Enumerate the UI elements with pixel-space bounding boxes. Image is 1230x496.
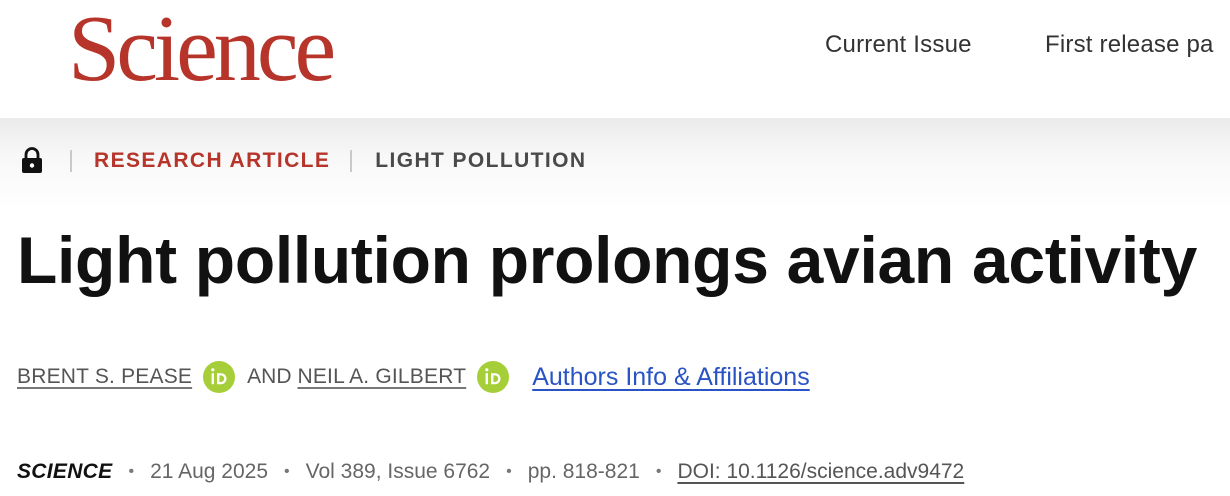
nav-first-release[interactable]: First release pa (1045, 31, 1214, 59)
nav-current-issue[interactable]: Current Issue (825, 31, 972, 59)
breadcrumb-separator (70, 150, 72, 172)
doi-link[interactable]: DOI: 10.1126/science.adv9472 (677, 460, 964, 484)
article-page: Science Current Issue First release pa R… (0, 0, 1230, 496)
publication-date: 21 Aug 2025 (150, 460, 269, 483)
author-conjunction: AND (247, 365, 292, 388)
journal-name: SCIENCE (17, 460, 113, 483)
meta-separator: • (655, 463, 662, 480)
orcid-icon[interactable] (203, 361, 236, 393)
page-range: pp. 818-821 (527, 460, 640, 483)
meta-separator: • (284, 463, 290, 480)
lock-icon (20, 146, 44, 176)
volume-issue: Vol 389, Issue 6762 (305, 460, 491, 483)
meta-separator: • (506, 463, 512, 480)
authors-affiliations-link[interactable]: Authors Info & Affiliations (532, 363, 809, 392)
breadcrumb-separator (350, 150, 353, 172)
author-name[interactable]: NEIL A. GILBERT (297, 365, 466, 389)
science-logo[interactable]: Science (68, 2, 336, 96)
orcid-icon[interactable] (477, 361, 510, 393)
meta-separator: • (128, 463, 135, 480)
author-list: BRENT S. PEASE AND NEIL A. GILBERT Autho… (17, 360, 810, 394)
site-header: Science Current Issue First release pa (0, 0, 1230, 118)
publication-meta: SCIENCE • 21 Aug 2025 • Vol 389, Issue 6… (17, 457, 964, 487)
breadcrumb: RESEARCH ARTICLE LIGHT POLLUTION (20, 146, 586, 176)
author-name[interactable]: BRENT S. PEASE (17, 365, 192, 389)
topic-link[interactable]: LIGHT POLLUTION (375, 149, 586, 173)
article-title: Light pollution prolongs avian activity (17, 223, 1198, 297)
article-type-link[interactable]: RESEARCH ARTICLE (94, 149, 330, 173)
